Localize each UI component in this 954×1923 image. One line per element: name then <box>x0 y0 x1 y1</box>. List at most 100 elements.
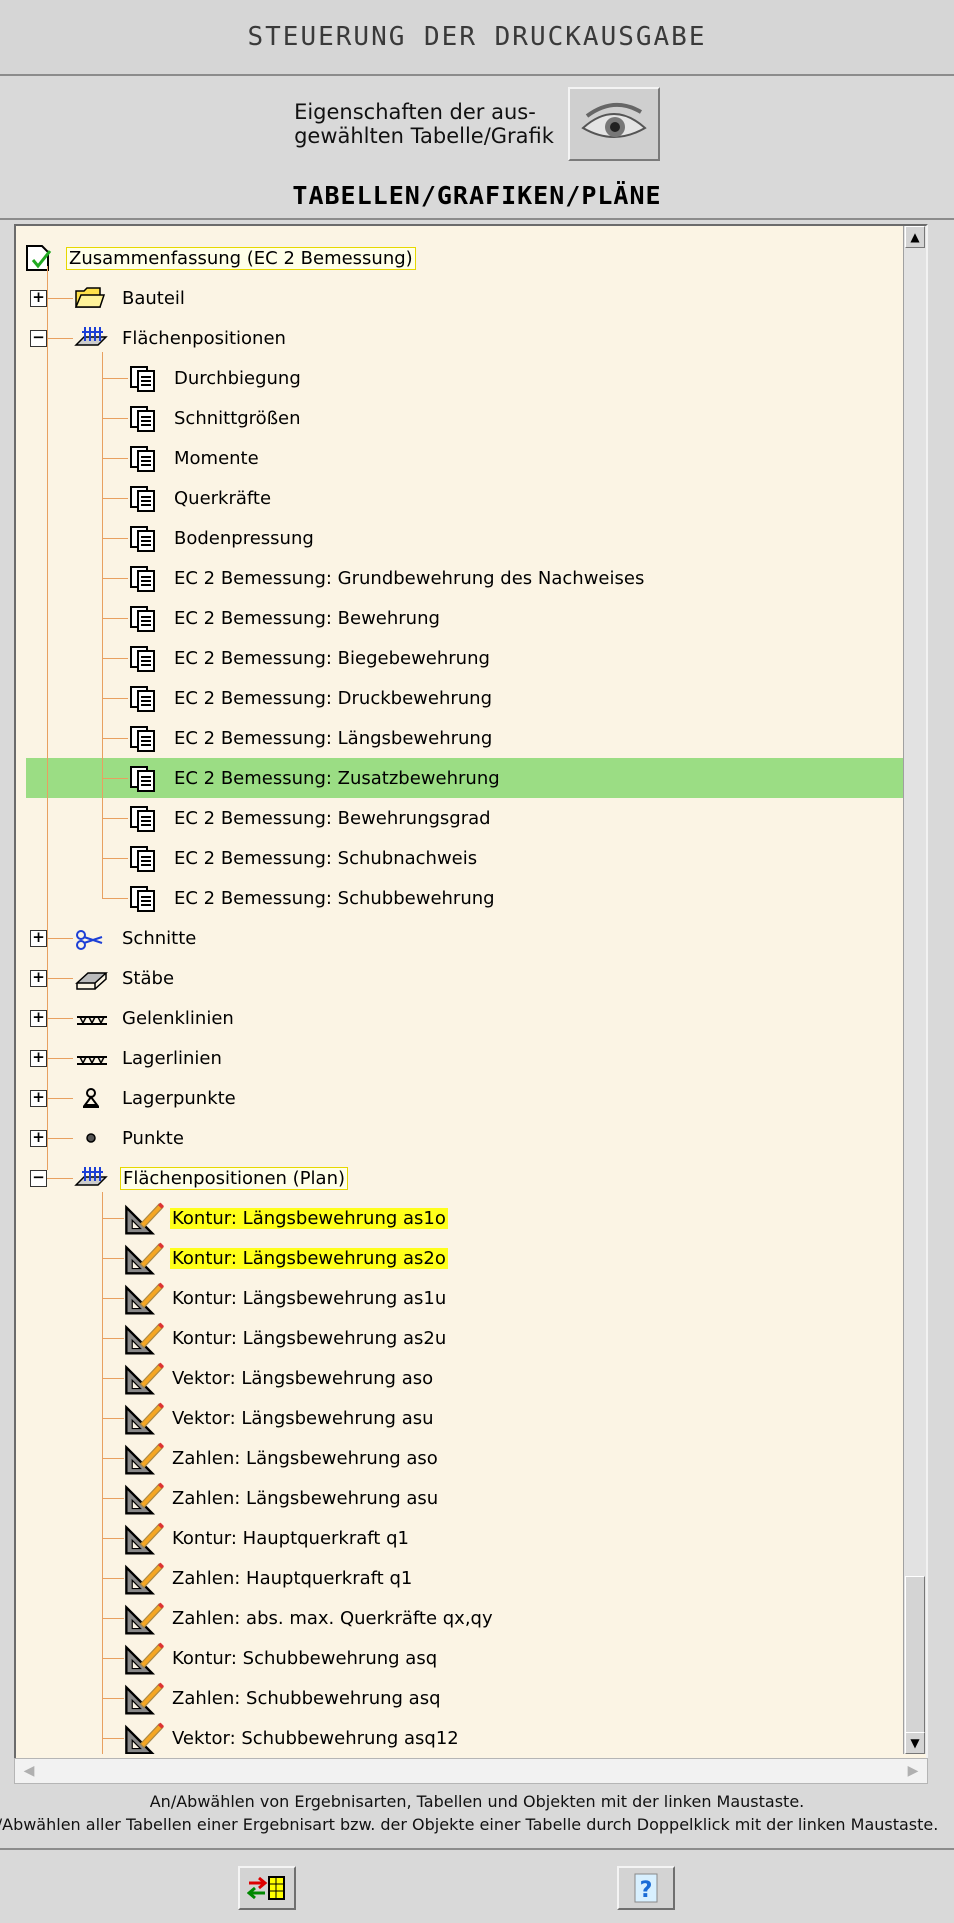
tree-item-table[interactable]: Querkräfte <box>16 478 920 518</box>
tree-connector <box>102 1298 124 1299</box>
tree-item-table[interactable]: EC 2 Bemessung: Schubnachweis <box>16 838 920 878</box>
tree-item-plan[interactable]: Zahlen: Schubbewehrung asq <box>16 1678 920 1718</box>
tree-item-plan[interactable]: Kontur: Längsbewehrung as1o <box>16 1198 920 1238</box>
tree-item-plan[interactable]: Zahlen: Längsbewehrung aso <box>16 1438 920 1478</box>
expand-toggle[interactable]: + <box>30 970 47 987</box>
tree-connector <box>102 1658 124 1659</box>
tree-item-plan[interactable]: Vektor: Längsbewehrung asu <box>16 1398 920 1438</box>
svg-text:?: ? <box>640 1878 653 1903</box>
expand-toggle[interactable]: + <box>30 1010 47 1027</box>
tree-item-label: Kontur: Schubbewehrung asq <box>172 1647 438 1669</box>
scroll-down-button[interactable]: ▼ <box>905 1732 925 1754</box>
table-doc-icon <box>128 403 162 433</box>
plan-drawing-icon <box>124 1520 164 1556</box>
tree-item-plan[interactable]: Zahlen: Längsbewehrung asu <box>16 1478 920 1518</box>
tree-panel: Zusammenfassung (EC 2 Bemessung) + Bauteil… <box>14 224 928 1760</box>
tree-item-plan[interactable]: Kontur: Hauptquerkraft q1 <box>16 1518 920 1558</box>
tree-connector <box>102 418 128 419</box>
tree-item-label: Stäbe <box>122 967 175 989</box>
expand-toggle[interactable]: + <box>30 1090 47 1107</box>
tree-node-flaechenpositionen-plan[interactable]: − Flächenpositionen (Plan) <box>16 1158 920 1198</box>
collapse-toggle[interactable]: − <box>30 1170 47 1187</box>
tree-connector <box>102 1738 124 1739</box>
tree-connector <box>102 618 128 619</box>
tree-item-label: EC 2 Bemessung: Grundbewehrung des Nachw… <box>174 567 645 589</box>
select-toggle-button[interactable] <box>238 1866 296 1910</box>
table-doc-icon <box>128 483 162 513</box>
tree-node-bauteil[interactable]: + Bauteil <box>16 278 920 318</box>
tree-item-table[interactable]: EC 2 Bemessung: Zusatzbewehrung <box>26 758 914 798</box>
tree-item-table[interactable]: EC 2 Bemessung: Bewehrungsgrad <box>16 798 920 838</box>
scroll-thumb[interactable] <box>905 1576 925 1736</box>
tree-node-support-point[interactable]: + Lagerpunkte <box>16 1078 920 1118</box>
tree-item-label: Bodenpressung <box>174 527 314 549</box>
tree-node-flaechenpositionen[interactable]: − Flächenpositionen <box>16 318 920 358</box>
expand-toggle[interactable]: + <box>30 930 47 947</box>
tree-item-label: Kontur: Hauptquerkraft q1 <box>172 1527 409 1549</box>
tree-item-table[interactable]: Momente <box>16 438 920 478</box>
tree-item-plan[interactable]: Zahlen: Hauptquerkraft q1 <box>16 1558 920 1598</box>
expand-toggle[interactable]: + <box>30 290 47 307</box>
tree-item-label: Zahlen: abs. max. Querkräfte qx,qy <box>172 1607 493 1629</box>
tree-item-table[interactable]: Durchbiegung <box>16 358 920 398</box>
tree-item-plan[interactable]: Kontur: Längsbewehrung as1u <box>16 1278 920 1318</box>
expand-toggle[interactable]: + <box>30 1130 47 1147</box>
table-doc-icon <box>128 643 162 673</box>
collapse-toggle[interactable]: − <box>30 330 47 347</box>
tree-item-label: Kontur: Längsbewehrung as1o <box>170 1207 448 1229</box>
tree-item-label: Bauteil <box>122 287 185 309</box>
tree-item-table[interactable]: Schnittgrößen <box>16 398 920 438</box>
properties-eye-button[interactable] <box>567 87 660 161</box>
tree-item-plan[interactable]: Kontur: Längsbewehrung as2u <box>16 1318 920 1358</box>
tree-connector <box>102 658 128 659</box>
expand-toggle[interactable]: + <box>30 1050 47 1067</box>
table-doc-icon <box>128 763 162 793</box>
scroll-up-button[interactable]: ▲ <box>905 226 925 248</box>
tree-item-plan[interactable]: Zahlen: abs. max. Querkräfte qx,qy <box>16 1598 920 1638</box>
tree-connector <box>102 1418 124 1419</box>
tree-connector <box>102 1498 124 1499</box>
tree-connector <box>102 1578 124 1579</box>
summary-doc-icon <box>24 243 58 273</box>
tree-connector <box>102 352 103 898</box>
vertical-scrollbar[interactable]: ▲ ▼ <box>903 226 926 1754</box>
tree-item-plan[interactable]: Vektor: Längsbewehrung aso <box>16 1358 920 1398</box>
tree-connector <box>102 578 128 579</box>
tree-item-label: Durchbiegung <box>174 367 301 389</box>
tree-node-beam[interactable]: + Stäbe <box>16 958 920 998</box>
tree-item-table[interactable]: Bodenpressung <box>16 518 920 558</box>
tree-item-table[interactable]: EC 2 Bemessung: Schubbewehrung <box>16 878 920 918</box>
tree-item-table[interactable]: EC 2 Bemessung: Biegebewehrung <box>16 638 920 678</box>
tree-item-label: Gelenklinien <box>122 1007 234 1029</box>
tree-item-table[interactable]: EC 2 Bemessung: Längsbewehrung <box>16 718 920 758</box>
tree-node-support-line[interactable]: + Lagerlinien <box>16 1038 920 1078</box>
tree-node-hinge-line[interactable]: + Gelenklinien <box>16 998 920 1038</box>
tree-connector <box>102 1698 124 1699</box>
tree-item-table[interactable]: EC 2 Bemessung: Druckbewehrung <box>16 678 920 718</box>
tree-item-plan[interactable]: Kontur: Längsbewehrung as2o <box>16 1238 920 1278</box>
tree-item-plan[interactable]: Vektor: Schubbewehrung asq12 <box>16 1718 920 1754</box>
tree-item-table[interactable]: EC 2 Bemessung: Grundbewehrung des Nachw… <box>16 558 920 598</box>
tree-item-label: Momente <box>174 447 259 469</box>
tree-node-point[interactable]: + Punkte <box>16 1118 920 1158</box>
tree-node-scissors[interactable]: + Schnitte <box>16 918 920 958</box>
tree-view[interactable]: Zusammenfassung (EC 2 Bemessung) + Bauteil… <box>16 226 920 1754</box>
horizontal-scrollbar[interactable]: ◀ ▶ <box>14 1758 928 1784</box>
eye-icon <box>581 103 647 138</box>
tree-item-table[interactable]: EC 2 Bemessung: Bewehrung <box>16 598 920 638</box>
plan-drawing-icon <box>124 1320 164 1356</box>
tree-item-label: EC 2 Bemessung: Bewehrungsgrad <box>174 807 491 829</box>
scroll-right-button[interactable]: ▶ <box>903 1761 923 1781</box>
tree-connector <box>47 1098 73 1099</box>
plan-drawing-icon <box>124 1360 164 1396</box>
tree-connector <box>47 266 48 1170</box>
scroll-left-button[interactable]: ◀ <box>19 1761 39 1781</box>
help-button[interactable]: ? <box>617 1866 675 1910</box>
tree-item-plan[interactable]: Kontur: Schubbewehrung asq <box>16 1638 920 1678</box>
hinge-line-icon <box>74 1003 108 1033</box>
tree-root[interactable]: Zusammenfassung (EC 2 Bemessung) <box>16 238 920 278</box>
tree-item-label: Zusammenfassung (EC 2 Bemessung) <box>66 246 416 270</box>
tree-item-label: Vektor: Längsbewehrung aso <box>172 1367 434 1389</box>
tree-connector <box>102 1378 124 1379</box>
tree-item-label: Zahlen: Schubbewehrung asq <box>172 1687 441 1709</box>
